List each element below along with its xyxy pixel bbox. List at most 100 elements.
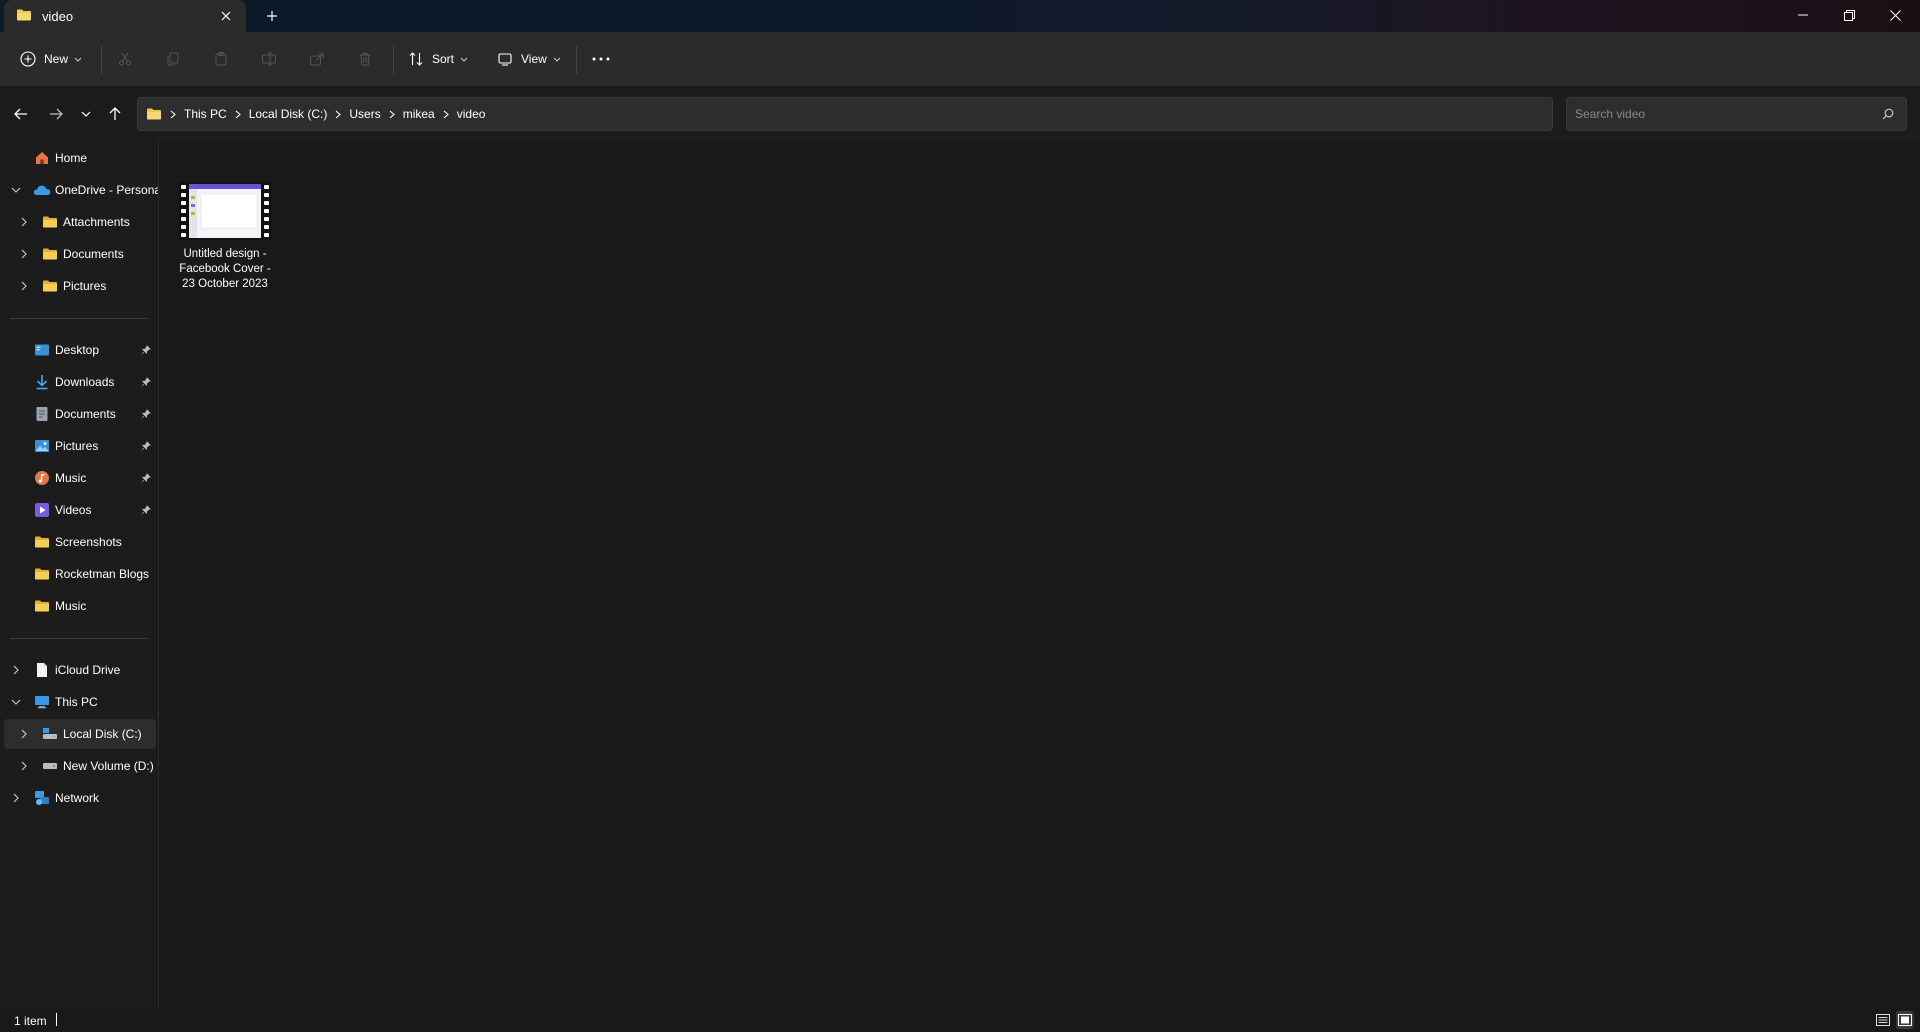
folder-icon (33, 598, 51, 614)
sidebar-item-icloud-drive[interactable]: iCloud Drive (0, 655, 158, 685)
copy-button[interactable] (165, 44, 181, 74)
sidebar-item-onedrive[interactable]: OneDrive - Persona (0, 175, 158, 205)
forward-button[interactable] (44, 102, 68, 126)
view-button[interactable]: View (497, 44, 561, 74)
sidebar-item-new-volume[interactable]: New Volume (D:) (0, 751, 158, 781)
chevron-down-icon[interactable] (8, 182, 24, 198)
breadcrumb-local-disk[interactable]: Local Disk (C:) (249, 107, 328, 121)
chevron-right-icon[interactable] (235, 110, 241, 119)
recent-locations-button[interactable] (74, 102, 98, 126)
pin-icon[interactable] (140, 408, 152, 420)
chevron-down-icon[interactable] (8, 694, 24, 710)
sidebar-item-music[interactable]: Music (0, 463, 158, 493)
share-button[interactable] (309, 44, 325, 74)
chevron-down-icon (81, 111, 91, 117)
chevron-right-icon[interactable] (16, 278, 32, 294)
close-window-button[interactable] (1872, 0, 1918, 30)
delete-button[interactable] (357, 44, 373, 74)
navigation-pane: Home OneDrive - Persona Attachments Docu… (0, 140, 158, 1008)
up-button[interactable] (103, 102, 127, 126)
title-bar: video (0, 0, 1920, 32)
search-icon[interactable] (1880, 106, 1896, 122)
details-view-icon (1876, 1014, 1890, 1026)
chevron-right-icon[interactable] (443, 110, 449, 119)
chevron-right-icon[interactable] (170, 110, 176, 119)
breadcrumb-mikea[interactable]: mikea (403, 107, 435, 121)
sidebar-item-label: Desktop (55, 343, 100, 357)
plus-circle-icon (20, 51, 36, 67)
pin-icon[interactable] (140, 504, 152, 516)
file-item[interactable]: Untitled design - Facebook Cover - 23 Oc… (179, 182, 271, 322)
view-icon (498, 53, 512, 66)
chevron-right-icon[interactable] (8, 790, 24, 806)
sidebar-item-network[interactable]: Network (0, 783, 158, 813)
folder-icon (33, 566, 51, 582)
cut-icon (119, 52, 131, 66)
sidebar-item-videos[interactable]: Videos (0, 495, 158, 525)
rename-button[interactable] (261, 44, 277, 74)
sidebar-item-desktop[interactable]: Desktop (0, 335, 158, 365)
search-input[interactable] (1575, 105, 1865, 123)
restore-icon (1843, 9, 1855, 21)
cut-button[interactable] (117, 44, 133, 74)
sidebar-item-label: Documents (63, 247, 124, 261)
pin-icon[interactable] (140, 344, 152, 356)
sidebar-item-this-pc[interactable]: This PC (0, 687, 158, 717)
large-icons-view-button[interactable] (1896, 1011, 1914, 1029)
chevron-right-icon[interactable] (16, 758, 32, 774)
sidebar-item-downloads[interactable]: Downloads (0, 367, 158, 397)
breadcrumb-users[interactable]: Users (349, 107, 380, 121)
restore-button[interactable] (1826, 0, 1872, 30)
downloads-icon (33, 374, 51, 390)
minimize-button[interactable] (1780, 0, 1826, 30)
sidebar-item-screenshots[interactable]: Screenshots (0, 527, 158, 557)
pin-icon[interactable] (140, 440, 152, 452)
chevron-right-icon[interactable] (8, 662, 24, 678)
address-bar[interactable]: This PC Local Disk (C:) Users mikea vide… (137, 97, 1679, 131)
sidebar-item-label: Documents (55, 407, 116, 421)
sidebar-item-label: Pictures (55, 439, 99, 453)
chevron-right-icon[interactable] (16, 214, 32, 230)
copy-icon (167, 52, 179, 66)
chevron-right-icon[interactable] (335, 110, 342, 119)
tiles-view-icon (1898, 1014, 1912, 1026)
sidebar-item-label: iCloud Drive (55, 663, 121, 677)
pin-icon[interactable] (140, 376, 152, 388)
this-pc-icon (33, 694, 51, 710)
sidebar-item-home[interactable]: Home (0, 143, 158, 173)
sidebar-item-attachments[interactable]: Attachments (0, 207, 158, 237)
sidebar-item-onedrive-pictures[interactable]: Pictures (0, 271, 158, 301)
sidebar-item-label: Screenshots (55, 535, 122, 549)
sidebar-item-music-folder[interactable]: Music (0, 591, 158, 621)
breadcrumb-video[interactable]: video (457, 107, 486, 121)
file-list[interactable]: Untitled design - Facebook Cover - 23 Oc… (159, 140, 1920, 1008)
onedrive-icon (33, 182, 51, 198)
sidebar-item-onedrive-documents[interactable]: Documents (0, 239, 158, 269)
status-bar: 1 item (0, 1008, 1920, 1032)
details-view-button[interactable] (1874, 1011, 1892, 1029)
sidebar-item-label: Attachments (63, 215, 130, 229)
sort-button[interactable]: Sort (408, 44, 468, 74)
new-button[interactable]: New (20, 44, 82, 74)
sidebar-item-documents[interactable]: Documents (0, 399, 158, 429)
new-tab-button[interactable] (262, 6, 282, 26)
file-name: Untitled design - Facebook Cover - 23 Oc… (179, 248, 271, 290)
close-tab-icon[interactable] (216, 6, 236, 26)
chevron-right-icon[interactable] (389, 110, 395, 119)
sidebar-item-pictures[interactable]: Pictures (0, 431, 158, 461)
tab-video[interactable]: video (4, 0, 246, 32)
icloud-drive-icon (33, 662, 51, 678)
paste-button[interactable] (213, 44, 229, 74)
back-button[interactable] (9, 102, 33, 126)
chevron-right-icon[interactable] (16, 726, 32, 742)
sidebar-item-rocketman-blogs[interactable]: Rocketman Blogs (0, 559, 158, 589)
search-box[interactable] (1566, 97, 1907, 131)
breadcrumb-this-pc[interactable]: This PC (184, 107, 227, 121)
sidebar-divider (10, 318, 148, 319)
desktop-icon (33, 342, 51, 358)
more-options-button[interactable] (592, 44, 610, 74)
sidebar-item-local-disk[interactable]: Local Disk (C:) (4, 719, 156, 749)
pin-icon[interactable] (140, 472, 152, 484)
chevron-right-icon[interactable] (16, 246, 32, 262)
sort-label: Sort (432, 52, 455, 66)
